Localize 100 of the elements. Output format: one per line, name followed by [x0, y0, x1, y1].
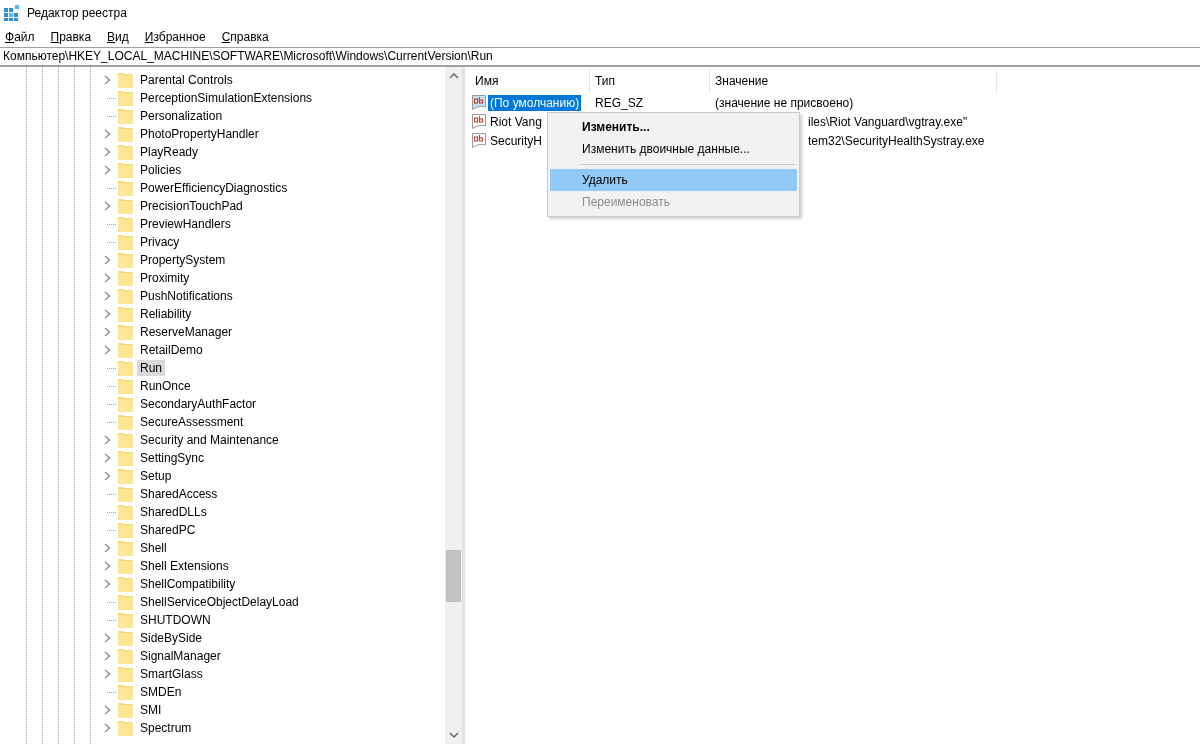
folder-icon: [118, 72, 133, 88]
folder-icon: [118, 396, 133, 412]
tree-item[interactable]: Privacy: [137, 234, 183, 250]
window-title: Редактор реестра: [27, 6, 127, 20]
menu-item[interactable]: Справка: [220, 29, 270, 44]
folder-icon: [118, 234, 133, 250]
context-menu-item[interactable]: Изменить двоичные данные...: [550, 138, 797, 160]
tree-item[interactable]: Reliability: [137, 306, 195, 322]
address-bar[interactable]: Компьютер\HKEY_LOCAL_MACHINE\SOFTWARE\Microsoft\Windows\CurrentVersion\Run: [0, 47, 1200, 67]
folder-icon: [118, 360, 133, 376]
tree-item[interactable]: SettingSync: [137, 450, 208, 466]
tree-item[interactable]: Security and Maintenance: [137, 432, 282, 448]
tree-item[interactable]: SignalManager: [137, 648, 224, 664]
tree-item[interactable]: Proximity: [137, 270, 193, 286]
tree-item[interactable]: PropertySystem: [137, 252, 229, 268]
tree-item[interactable]: SHUTDOWN: [137, 612, 214, 628]
tree-item[interactable]: SharedPC: [137, 522, 199, 538]
tree-item[interactable]: SecureAssessment: [137, 414, 247, 430]
menu-item[interactable]: Вид: [106, 29, 130, 44]
folder-icon: [118, 702, 133, 718]
tree-item[interactable]: RetailDemo: [137, 342, 206, 358]
folder-icon: [118, 216, 133, 232]
tree-item[interactable]: PhotoPropertyHandler: [137, 126, 262, 142]
folder-icon: [118, 126, 133, 142]
tree-item[interactable]: Spectrum: [137, 720, 195, 736]
tree-item[interactable]: PushNotifications: [137, 288, 236, 304]
folder-icon: [118, 594, 133, 610]
folder-icon: [118, 252, 133, 268]
folder-icon: [118, 432, 133, 448]
folder-icon: [118, 576, 133, 592]
tree-item[interactable]: SharedDLLs: [137, 504, 210, 520]
tree-item[interactable]: SideBySide: [137, 630, 206, 646]
string-value-icon: [472, 95, 486, 110]
tree-item[interactable]: PowerEfficiencyDiagnostics: [137, 180, 291, 196]
folder-icon: [118, 468, 133, 484]
folder-icon: [118, 180, 133, 196]
folder-icon: [118, 630, 133, 646]
folder-icon: [118, 684, 133, 700]
folder-icon: [118, 504, 133, 520]
folder-icon: [118, 666, 133, 682]
tree-item[interactable]: RunOnce: [137, 378, 194, 394]
scroll-thumb[interactable]: [446, 550, 461, 602]
menu-item[interactable]: Избранное: [143, 29, 207, 44]
table-cell: tem32\SecurityHealthSystray.exe: [808, 133, 985, 148]
folder-icon: [118, 648, 133, 664]
column-header[interactable]: Имя: [470, 69, 590, 93]
context-menu-item[interactable]: Изменить...: [550, 116, 797, 138]
table-cell-text: REG_SZ: [594, 95, 644, 110]
value-name[interactable]: SecurityH: [488, 132, 544, 149]
column-header[interactable]: Тип: [590, 69, 710, 93]
column-header[interactable]: Значение: [710, 69, 997, 93]
tree-item[interactable]: SecondaryAuthFactor: [137, 396, 260, 412]
tree-item[interactable]: Personalization: [137, 108, 226, 124]
folder-icon: [118, 306, 133, 322]
tree-item[interactable]: ReserveManager: [137, 324, 236, 340]
folder-icon: [118, 90, 133, 106]
tree-item[interactable]: PlayReady: [137, 144, 202, 160]
folder-icon: [118, 540, 133, 556]
menu-item[interactable]: Правка: [49, 29, 93, 44]
tree-item[interactable]: SMDEn: [137, 684, 185, 700]
folder-icon: [118, 270, 133, 286]
folder-icon: [118, 450, 133, 466]
folder-icon: [118, 324, 133, 340]
tree-item[interactable]: Shell Extensions: [137, 558, 232, 574]
scroll-up-icon[interactable]: [448, 72, 459, 80]
string-value-icon: [472, 114, 486, 129]
tree-item[interactable]: ShellCompatibility: [137, 576, 239, 592]
folder-icon: [118, 198, 133, 214]
table-cell: iles\Riot Vanguard\vgtray.exe": [808, 114, 968, 129]
tree-item[interactable]: PreviewHandlers: [137, 216, 234, 232]
tree-item[interactable]: SmartGlass: [137, 666, 206, 682]
table-cell-text: (значение не присвоено): [714, 95, 855, 110]
folder-icon: [118, 162, 133, 178]
tree-item[interactable]: SharedAccess: [137, 486, 221, 502]
tree-item[interactable]: Shell: [137, 540, 170, 556]
value-name[interactable]: (По умолчанию): [488, 94, 582, 111]
tree-item[interactable]: Run: [137, 360, 165, 376]
folder-icon: [118, 612, 133, 628]
folder-icon: [118, 558, 133, 574]
folder-icon: [118, 288, 133, 304]
tree-item[interactable]: PrecisionTouchPad: [137, 198, 246, 214]
folder-icon: [118, 342, 133, 358]
tree-item[interactable]: SMI: [137, 702, 165, 718]
folder-icon: [118, 414, 133, 430]
tree-item[interactable]: Policies: [137, 162, 185, 178]
scroll-down-icon[interactable]: [448, 731, 459, 739]
folder-icon: [118, 522, 133, 538]
tree-item[interactable]: ShellServiceObjectDelayLoad: [137, 594, 302, 610]
folder-icon: [118, 144, 133, 160]
tree-item[interactable]: Setup: [137, 468, 175, 484]
value-name[interactable]: Riot Vang: [488, 113, 544, 130]
tree-item[interactable]: Parental Controls: [137, 72, 236, 88]
folder-icon: [118, 486, 133, 502]
registry-editor-icon: [4, 5, 20, 21]
tree-item[interactable]: PerceptionSimulationExtensions: [137, 90, 316, 106]
folder-icon: [118, 378, 133, 394]
menu-item[interactable]: Файл: [4, 29, 36, 44]
scrollbar[interactable]: [445, 67, 462, 744]
context-menu-item[interactable]: Удалить: [550, 169, 797, 191]
string-value-icon: [472, 133, 486, 148]
